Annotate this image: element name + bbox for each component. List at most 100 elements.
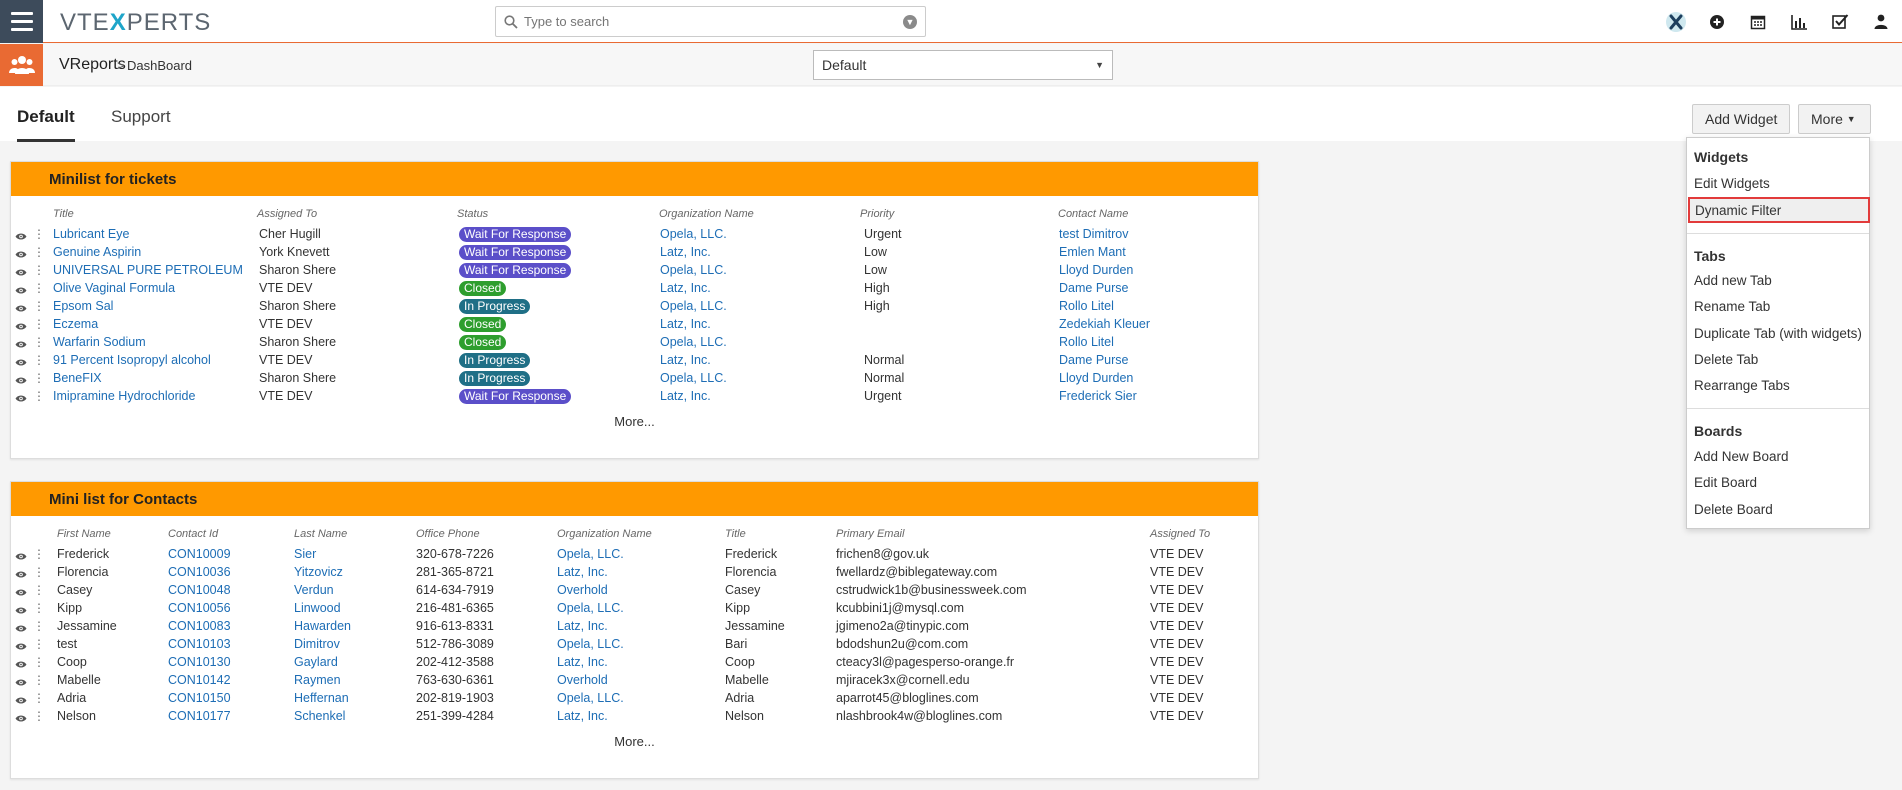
table-cell[interactable]: Latz, Inc. xyxy=(557,655,608,669)
menu-item-rename-tab[interactable]: Rename Tab xyxy=(1694,299,1770,314)
column-header[interactable]: Primary Email xyxy=(836,528,904,540)
table-cell[interactable]: CON10083 xyxy=(168,619,231,633)
table-cell[interactable]: Sier xyxy=(294,547,316,561)
row-actions-icon[interactable]: ⋮ xyxy=(33,547,45,561)
menu-item-duplicate-tab[interactable]: Duplicate Tab (with widgets) xyxy=(1694,326,1862,341)
table-row[interactable]: ⋮ Warfarin Sodium Sharon Shere Closed Opela,… xyxy=(11,334,1258,352)
table-row[interactable]: ⋮ UNIVERSAL PURE PETROLEUM Sharon Shere Wai… xyxy=(11,262,1258,280)
table-cell[interactable]: Yitzovicz xyxy=(294,565,343,579)
table-cell[interactable]: Lloyd Durden xyxy=(1059,263,1133,277)
table-cell[interactable]: Lubricant Eye xyxy=(53,227,129,241)
row-actions-icon[interactable]: ⋮ xyxy=(33,335,45,349)
table-cell[interactable]: CON10103 xyxy=(168,637,231,651)
contacts-more-link[interactable]: More... xyxy=(11,734,1258,749)
table-cell[interactable]: test Dimitrov xyxy=(1059,227,1128,241)
table-cell[interactable]: CON10036 xyxy=(168,565,231,579)
table-cell[interactable]: Lloyd Durden xyxy=(1059,371,1133,385)
eye-icon[interactable] xyxy=(15,319,27,334)
table-row[interactable]: ⋮ Epsom Sal Sharon Shere In Progress Opela, … xyxy=(11,298,1258,316)
table-cell[interactable]: Warfarin Sodium xyxy=(53,335,146,349)
table-cell[interactable]: UNIVERSAL PURE PETROLEUM xyxy=(53,263,243,277)
table-cell[interactable]: Opela, LLC. xyxy=(557,601,624,615)
menu-item-delete-board[interactable]: Delete Board xyxy=(1694,502,1773,517)
table-cell[interactable]: Raymen xyxy=(294,673,341,687)
eye-icon[interactable] xyxy=(15,283,27,298)
row-actions-icon[interactable]: ⋮ xyxy=(33,601,45,615)
table-cell[interactable]: Dame Purse xyxy=(1059,353,1128,367)
table-cell[interactable]: Latz, Inc. xyxy=(660,353,711,367)
column-header[interactable]: Title xyxy=(725,528,746,540)
table-row[interactable]: ⋮ test CON10103 Dimitrov 512-786-3089 Opela, … xyxy=(11,636,1258,654)
row-actions-icon[interactable]: ⋮ xyxy=(33,353,45,367)
menu-icon[interactable] xyxy=(0,0,43,43)
vtexperts-x-icon[interactable] xyxy=(1665,11,1687,33)
eye-icon[interactable] xyxy=(15,337,27,352)
menu-item-edit-board[interactable]: Edit Board xyxy=(1694,475,1757,490)
table-row[interactable]: ⋮ Florencia CON10036 Yitzovicz 281-365-8721 L… xyxy=(11,564,1258,582)
table-cell[interactable]: Olive Vaginal Formula xyxy=(53,281,175,295)
table-cell[interactable]: Schenkel xyxy=(294,709,345,723)
table-cell[interactable]: Opela, LLC. xyxy=(660,371,727,385)
menu-item-add-new-board[interactable]: Add New Board xyxy=(1694,449,1789,464)
table-row[interactable]: ⋮ Eczema VTE DEV Closed Latz, Inc. Zedekiah K… xyxy=(11,316,1258,334)
tickets-widget-header[interactable]: Minilist for tickets xyxy=(11,162,1258,196)
table-cell[interactable]: Latz, Inc. xyxy=(660,389,711,403)
eye-icon[interactable] xyxy=(15,549,27,564)
table-cell[interactable]: Opela, LLC. xyxy=(660,335,727,349)
tickets-more-link[interactable]: More... xyxy=(11,414,1258,429)
table-cell[interactable]: Opela, LLC. xyxy=(557,637,624,651)
table-cell[interactable]: Gaylard xyxy=(294,655,338,669)
column-header[interactable]: Priority xyxy=(860,208,894,220)
column-header[interactable]: Contact Id xyxy=(168,528,218,540)
table-cell[interactable]: Rollo Litel xyxy=(1059,299,1114,313)
add-widget-button[interactable]: Add Widget xyxy=(1692,104,1791,134)
table-row[interactable]: ⋮ Olive Vaginal Formula VTE DEV Closed Latz,… xyxy=(11,280,1258,298)
menu-item-add-new-tab[interactable]: Add new Tab xyxy=(1694,273,1772,288)
row-actions-icon[interactable]: ⋮ xyxy=(33,317,45,331)
eye-icon[interactable] xyxy=(15,229,27,244)
global-search[interactable]: ▼ xyxy=(495,6,926,37)
eye-icon[interactable] xyxy=(15,711,27,726)
row-actions-icon[interactable]: ⋮ xyxy=(33,281,45,295)
eye-icon[interactable] xyxy=(15,567,27,582)
row-actions-icon[interactable]: ⋮ xyxy=(33,227,45,241)
table-cell[interactable]: CON10130 xyxy=(168,655,231,669)
eye-icon[interactable] xyxy=(15,391,27,406)
row-actions-icon[interactable]: ⋮ xyxy=(33,691,45,705)
table-cell[interactable]: Opela, LLC. xyxy=(660,263,727,277)
table-cell[interactable]: Verdun xyxy=(294,583,334,597)
table-cell[interactable]: Latz, Inc. xyxy=(557,619,608,633)
column-header[interactable]: First Name xyxy=(57,528,111,540)
tab-default[interactable]: Default xyxy=(17,107,75,142)
table-cell[interactable]: Dimitrov xyxy=(294,637,340,651)
table-row[interactable]: ⋮ Genuine Aspirin York Knevett Wait For Res… xyxy=(11,244,1258,262)
search-input[interactable] xyxy=(524,14,903,29)
table-cell[interactable]: Emlen Mant xyxy=(1059,245,1126,259)
eye-icon[interactable] xyxy=(15,657,27,672)
calendar-icon[interactable] xyxy=(1747,11,1769,33)
row-actions-icon[interactable]: ⋮ xyxy=(33,619,45,633)
table-row[interactable]: ⋮ Mabelle CON10142 Raymen 763-630-6361 Overho… xyxy=(11,672,1258,690)
table-cell[interactable]: Overhold xyxy=(557,673,608,687)
column-header[interactable]: Title xyxy=(53,208,74,220)
table-cell[interactable]: Latz, Inc. xyxy=(660,317,711,331)
eye-icon[interactable] xyxy=(15,373,27,388)
table-cell[interactable]: Eczema xyxy=(53,317,98,331)
table-cell[interactable]: Zedekiah Kleuer xyxy=(1059,317,1150,331)
row-actions-icon[interactable]: ⋮ xyxy=(33,389,45,403)
menu-item-delete-tab[interactable]: Delete Tab xyxy=(1694,352,1758,367)
table-cell[interactable]: CON10009 xyxy=(168,547,231,561)
tab-support[interactable]: Support xyxy=(111,107,171,139)
table-row[interactable]: ⋮ Adria CON10150 Heffernan 202-819-1903 Opela… xyxy=(11,690,1258,708)
more-button[interactable]: More ▼ xyxy=(1798,104,1871,134)
row-actions-icon[interactable]: ⋮ xyxy=(33,673,45,687)
column-header[interactable]: Office Phone xyxy=(416,528,480,540)
table-cell[interactable]: 91 Percent Isopropyl alcohol xyxy=(53,353,211,367)
table-row[interactable]: ⋮ Lubricant Eye Cher Hugill Wait For Respon… xyxy=(11,226,1258,244)
row-actions-icon[interactable]: ⋮ xyxy=(33,583,45,597)
menu-item-edit-widgets[interactable]: Edit Widgets xyxy=(1694,176,1770,191)
table-cell[interactable]: Opela, LLC. xyxy=(557,547,624,561)
table-cell[interactable]: Opela, LLC. xyxy=(557,691,624,705)
table-row[interactable]: ⋮ Coop CON10130 Gaylard 202-412-3588 Latz, In… xyxy=(11,654,1258,672)
column-header[interactable]: Assigned To xyxy=(1150,528,1210,540)
